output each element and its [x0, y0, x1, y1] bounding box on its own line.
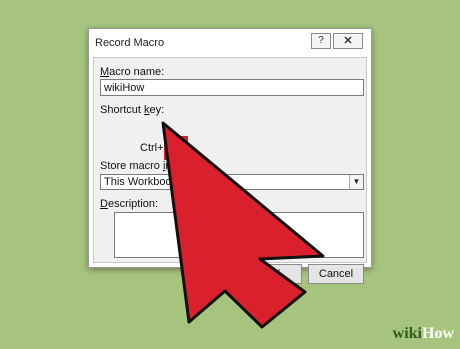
watermark-wiki: wiki	[392, 325, 422, 342]
watermark-how: How	[422, 325, 454, 342]
pointer-arrow-icon	[161, 121, 325, 329]
arrow-shape	[161, 121, 325, 329]
wikihow-watermark: wikiHow	[393, 325, 454, 343]
